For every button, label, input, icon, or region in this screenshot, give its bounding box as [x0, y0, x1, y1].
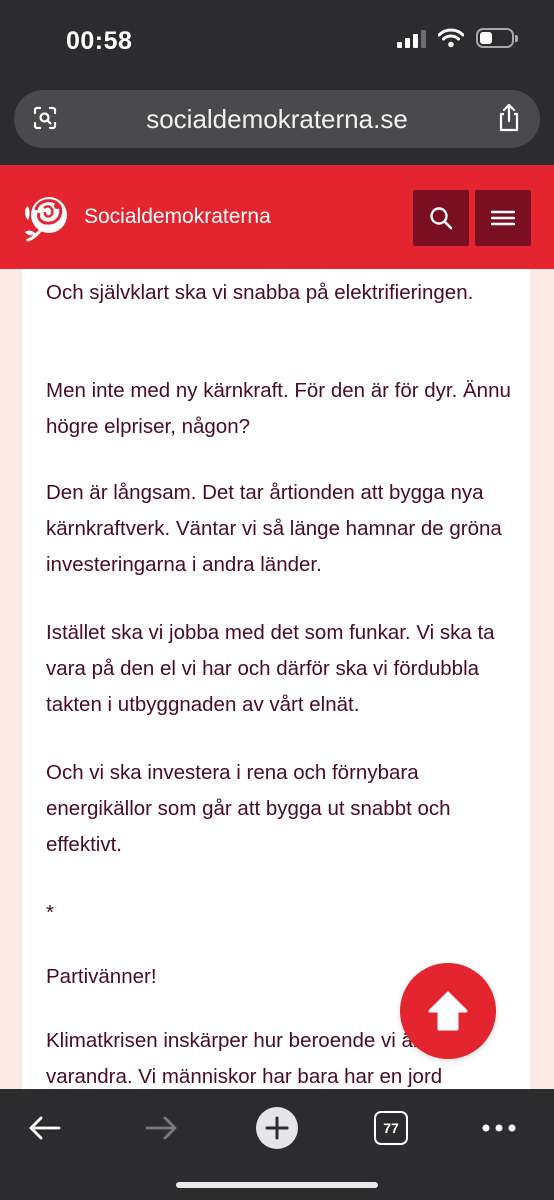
battery-icon — [476, 28, 518, 48]
hamburger-icon — [491, 210, 515, 226]
cellular-signal-icon — [397, 28, 426, 48]
article-paragraph: Och vi ska investera i rena och förnybar… — [46, 761, 451, 856]
menu-button[interactable] — [475, 190, 531, 246]
wifi-icon — [438, 28, 464, 48]
status-time: 00:58 — [66, 27, 133, 55]
tab-switcher-button[interactable]: 77 — [366, 1103, 416, 1153]
article-paragraph: Den är långsam. Det tar årtionden att by… — [46, 481, 502, 576]
tab-count: 77 — [374, 1111, 408, 1145]
rose-logo-icon[interactable] — [22, 190, 74, 242]
share-icon[interactable] — [496, 103, 522, 133]
forward-button[interactable] — [136, 1103, 186, 1153]
home-indicator[interactable] — [176, 1182, 378, 1188]
status-icons — [397, 28, 518, 48]
article-paragraph: Istället ska vi jobba med det som funkar… — [46, 621, 495, 716]
search-icon — [430, 207, 453, 230]
scroll-to-top-button[interactable] — [400, 963, 496, 1059]
article-separator: * — [46, 901, 54, 924]
new-tab-button[interactable] — [252, 1103, 302, 1153]
brand-name[interactable]: Socialdemokraterna — [84, 205, 271, 229]
browser-top-chrome: 00:58 socialdemokraterna.se — [0, 0, 554, 165]
plus-icon — [265, 1116, 289, 1140]
article-paragraph: Och självklart ska vi snabba på elektrif… — [46, 281, 474, 304]
address-bar[interactable]: socialdemokraterna.se — [14, 90, 540, 148]
arrow-up-icon — [428, 991, 468, 1031]
back-button[interactable] — [20, 1103, 70, 1153]
url-text[interactable]: socialdemokraterna.se — [14, 104, 540, 135]
arrow-left-icon — [29, 1116, 61, 1140]
article-paragraph: Men inte med ny kärnkraft. För den är fö… — [46, 379, 511, 438]
more-dots-icon — [482, 1124, 516, 1132]
arrow-right-icon — [145, 1116, 177, 1140]
search-button[interactable] — [413, 190, 469, 246]
more-menu-button[interactable] — [474, 1103, 524, 1153]
